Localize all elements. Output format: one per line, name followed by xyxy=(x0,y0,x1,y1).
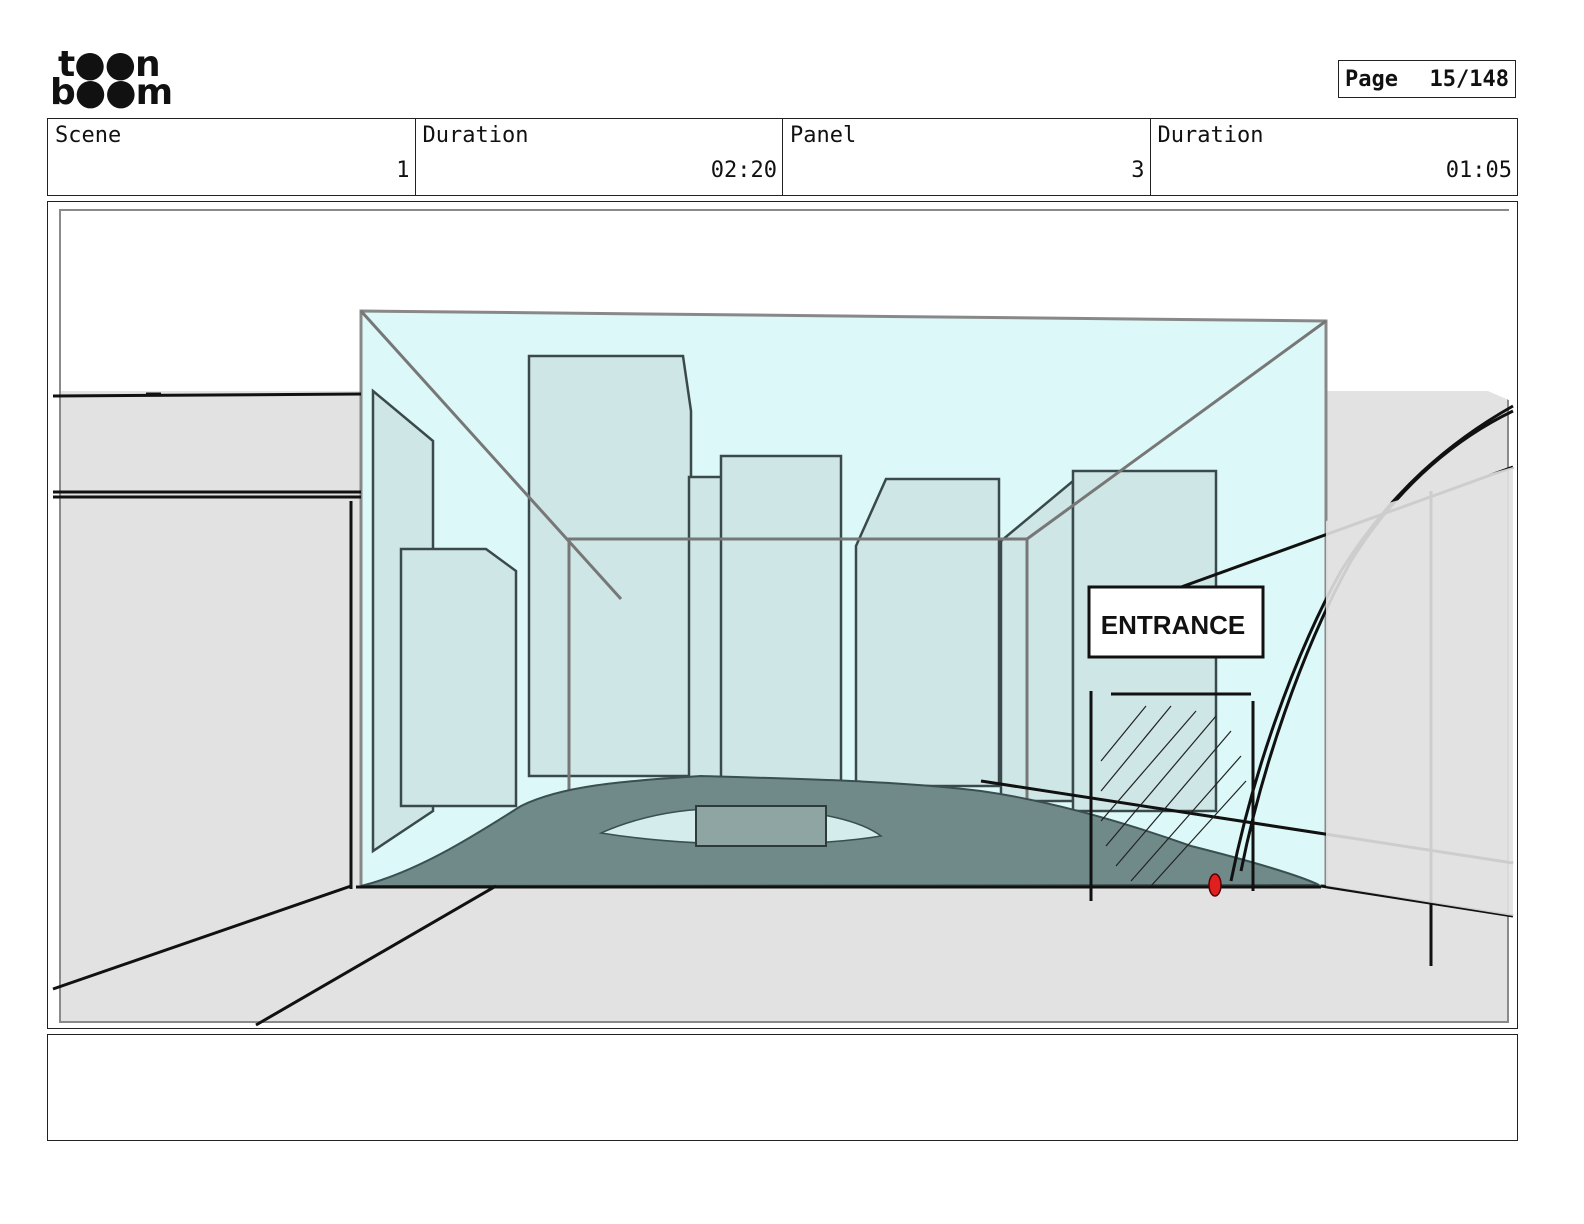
right-wall xyxy=(1326,467,1513,916)
panel-duration-value: 01:05 xyxy=(1445,158,1512,183)
entrance-sign-text: ENTRANCE xyxy=(1101,610,1245,640)
tank-structure xyxy=(695,805,827,847)
panel-label: Panel xyxy=(790,123,857,148)
scene-label: Scene xyxy=(55,123,122,148)
scene-duration-label: Duration xyxy=(422,123,529,148)
scene-duration-cell: Duration 02:20 xyxy=(416,119,783,195)
character-marker xyxy=(1208,873,1222,897)
scene-duration-value: 02:20 xyxy=(710,158,777,183)
scene-cell: Scene 1 xyxy=(48,119,416,195)
page-number: 15/148 xyxy=(1429,66,1509,92)
storyboard-panel: ENTRANCE xyxy=(47,201,1518,1029)
panel-cell: Panel 3 xyxy=(783,119,1151,195)
panel-duration-label: Duration xyxy=(1157,123,1264,148)
panel-info-row: Scene 1 Duration 02:20 Panel 3 Duration … xyxy=(47,118,1518,196)
page-label: Page xyxy=(1345,66,1398,92)
page-indicator: Page 15/148 xyxy=(1338,60,1516,98)
toonboom-logo: t●●n b●●m xyxy=(50,47,173,113)
panel-sketch: ENTRANCE xyxy=(52,209,1514,1027)
panel-notes[interactable] xyxy=(47,1034,1518,1141)
logo-line-2: b●●m xyxy=(50,72,173,113)
panel-duration-cell: Duration 01:05 xyxy=(1151,119,1518,195)
panel-value: 3 xyxy=(1131,158,1145,183)
scene-value: 1 xyxy=(396,158,410,183)
